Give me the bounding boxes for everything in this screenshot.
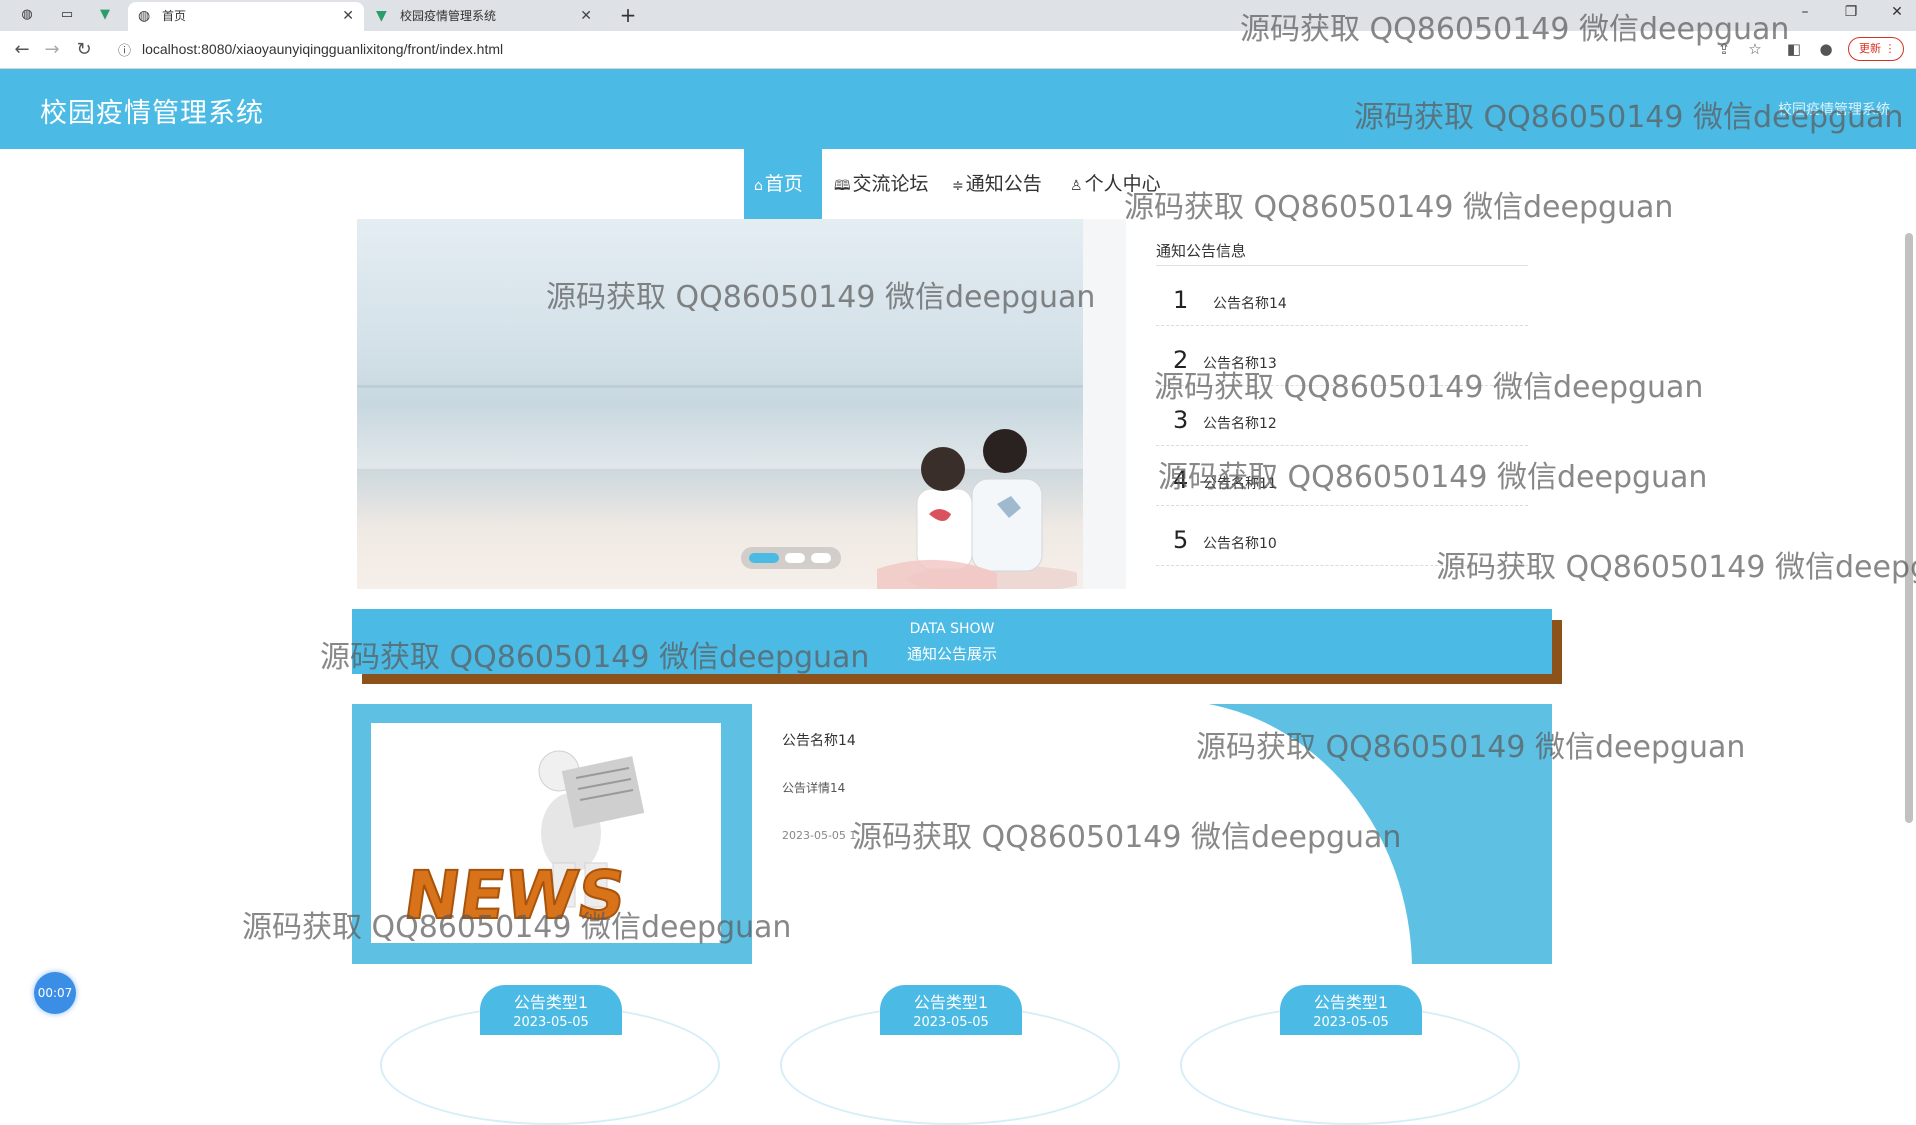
nav-label: 通知公告 — [965, 173, 1042, 195]
banner-english: DATA SHOW — [909, 621, 995, 637]
site-header: 校园疫情管理系统 校园疫情管理系统 — [0, 69, 1916, 149]
nav-item-home[interactable]: ⌂ 首页 — [744, 149, 822, 219]
notice-number: 3 — [1173, 406, 1189, 434]
new-tab-button[interactable]: + — [616, 3, 640, 27]
tab-title: 首页 — [162, 9, 187, 23]
notice-type-card[interactable]: 公告类型1 2023-05-05 — [1280, 985, 1422, 1035]
notice-item[interactable]: 5 公告名称10 — [1156, 506, 1528, 566]
globe-icon[interactable]: ◍ — [18, 6, 36, 24]
carousel-dot[interactable] — [785, 553, 805, 563]
notice-title[interactable]: 公告名称12 — [1203, 413, 1277, 433]
nav-label: 交流论坛 — [852, 173, 929, 195]
globe-icon: ◍ — [138, 8, 151, 24]
notice-title[interactable]: 公告名称11 — [1203, 473, 1277, 493]
notice-title[interactable]: 公告名称14 — [1213, 293, 1287, 313]
nav-item-profile[interactable]: ♙ 个人中心 — [1070, 149, 1161, 219]
back-icon[interactable]: ← — [10, 38, 34, 62]
news-illustration: NEWS — [398, 750, 645, 935]
star-icon[interactable]: ☆ — [1745, 40, 1765, 58]
horizon — [357, 385, 1083, 388]
site-title: 校园疫情管理系统 — [40, 98, 264, 129]
notice-item[interactable]: 4 公告名称11 — [1156, 446, 1528, 506]
reload-icon[interactable]: ↻ — [72, 38, 96, 62]
profile-icon[interactable]: ● — [1816, 40, 1836, 58]
notice-type-card[interactable]: 公告类型1 2023-05-05 — [480, 985, 622, 1035]
url-text[interactable]: localhost:8080/xiaoyaunyiqingguanlixiton… — [142, 41, 503, 57]
restore-icon[interactable]: ❐ — [1836, 4, 1866, 20]
notice-type-card[interactable]: 公告类型1 2023-05-05 — [880, 985, 1022, 1035]
notice-number: 1 — [1173, 286, 1189, 314]
tab-home[interactable]: ◍ 首页 ✕ — [128, 2, 364, 31]
beach-couple-image — [357, 219, 1083, 589]
browser-tab-strip: ◍ ▭ ▼ ◍ 首页 ✕ ▼ 校园疫情管理系统 ✕ + – ❐ ✕ — [0, 0, 1916, 31]
banner-chinese: 通知公告展示 — [906, 645, 997, 663]
couple-illustration — [877, 429, 1077, 589]
sidebar-icon[interactable]: ◧ — [1784, 40, 1804, 58]
nav-item-forum[interactable]: 🕮 交流论坛 — [834, 149, 929, 219]
header-right-title: 校园疫情管理系统 — [1778, 102, 1890, 118]
book-icon: 🕮 — [834, 178, 851, 194]
carousel-indicators — [741, 547, 841, 569]
close-tab-icon[interactable]: ✕ — [580, 2, 592, 31]
news-logo-text: NEWS — [399, 856, 631, 934]
notice-number: 5 — [1173, 526, 1189, 554]
browser-toolbar: ← → ↻ ⓘ localhost:8080/xiaoyaunyiqinggua… — [0, 31, 1916, 69]
carousel-dot[interactable] — [749, 553, 779, 563]
vue-icon[interactable]: ▼ — [96, 6, 114, 24]
close-window-icon[interactable]: ✕ — [1882, 4, 1912, 20]
notice-item[interactable]: 3 公告名称12 — [1156, 386, 1528, 446]
mail-icon[interactable]: ▭ — [58, 6, 76, 24]
featured-date: 2023-05-05 1 — [782, 829, 857, 842]
notice-item[interactable]: 2 公告名称13 — [1156, 326, 1528, 386]
update-button[interactable]: 更新 ⋮ — [1848, 37, 1904, 61]
tab-title: 校园疫情管理系统 — [400, 9, 497, 23]
notice-heading: 通知公告信息 — [1156, 236, 1528, 266]
data-show-banner: DATA SHOW 通知公告展示 — [352, 609, 1552, 674]
card-type: 公告类型1 — [913, 993, 989, 1012]
update-label: 更新 — [1859, 42, 1881, 55]
featured-notice[interactable]: NEWS 公告名称14 公告详情14 2023-05-05 1 — [352, 704, 1552, 964]
close-tab-icon[interactable]: ✕ — [342, 2, 354, 31]
notice-number: 4 — [1173, 466, 1189, 494]
forward-icon[interactable]: → — [40, 38, 64, 62]
watermark: 源码获取 QQ86050149 微信deepguan — [1124, 190, 1674, 225]
card-type: 公告类型1 — [1313, 993, 1389, 1012]
home-icon: ⌂ — [754, 178, 763, 194]
carousel-dot[interactable] — [811, 553, 831, 563]
nav-label: 首页 — [764, 173, 803, 195]
card-date: 2023-05-05 — [1313, 1015, 1389, 1030]
list-icon: ≑ — [952, 178, 964, 194]
user-icon: ♙ — [1070, 178, 1083, 194]
notice-title[interactable]: 公告名称13 — [1203, 353, 1277, 373]
card-date: 2023-05-05 — [513, 1015, 589, 1030]
info-icon[interactable]: ⓘ — [118, 40, 131, 59]
nav-label: 个人中心 — [1084, 173, 1161, 195]
tab-system[interactable]: ▼ 校园疫情管理系统 ✕ — [366, 2, 602, 31]
carousel[interactable] — [357, 219, 1126, 589]
notice-panel: 通知公告信息 1 公告名称14 2 公告名称13 3 公告名称12 4 公告名称… — [1156, 236, 1528, 566]
nav-item-notice[interactable]: ≑ 通知公告 — [952, 149, 1042, 219]
scrollbar-thumb[interactable] — [1905, 233, 1913, 823]
notice-number: 2 — [1173, 346, 1189, 374]
card-type: 公告类型1 — [513, 993, 589, 1012]
featured-detail: 公告详情14 — [782, 781, 846, 795]
news-image[interactable]: NEWS — [371, 723, 721, 943]
vue-icon: ▼ — [376, 8, 387, 24]
notice-item[interactable]: 1 公告名称14 — [1156, 266, 1528, 326]
minimize-icon[interactable]: – — [1790, 4, 1820, 20]
page-scrollbar[interactable] — [1904, 219, 1914, 1031]
featured-title[interactable]: 公告名称14 — [782, 730, 856, 750]
notice-title[interactable]: 公告名称10 — [1203, 533, 1277, 553]
recording-timer[interactable]: 00:07 — [34, 972, 76, 1014]
address-bar[interactable]: ⓘ localhost:8080/xiaoyaunyiqingguanlixit… — [110, 36, 1710, 64]
share-icon[interactable]: ⇪ — [1714, 40, 1734, 58]
card-date: 2023-05-05 — [913, 1015, 989, 1030]
